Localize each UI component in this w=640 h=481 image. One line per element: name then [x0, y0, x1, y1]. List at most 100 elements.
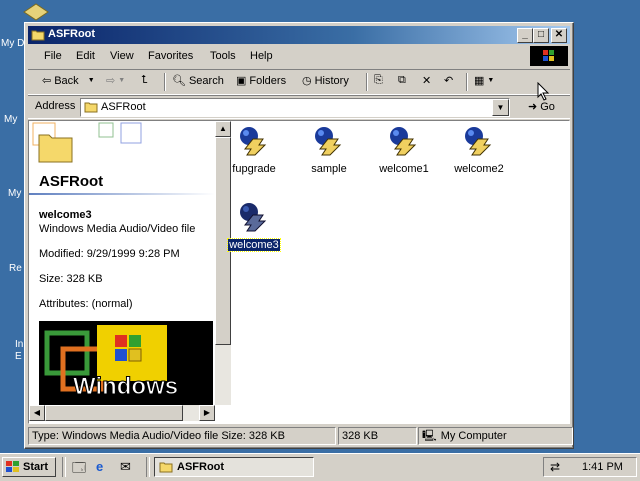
explorer-window: ASFRoot _ □ ✕ File Edit View Favorites T…: [24, 22, 574, 449]
standard-toolbar: ⇦ Back ▼ ⇨ ▼ ⮤ 🔍︎ Search ▣ Folders ◷ His…: [28, 69, 570, 95]
windows-flag-icon: [6, 461, 19, 472]
status-bar: Type: Windows Media Audio/Video file Siz…: [28, 426, 573, 445]
desktop-label-my-computer: My: [4, 114, 18, 125]
network-icon[interactable]: ⇄: [550, 460, 560, 474]
scroll-right-button[interactable]: ▶: [199, 405, 215, 421]
folders-button[interactable]: ▣ Folders: [236, 74, 287, 88]
move-to-button[interactable]: ⎘: [374, 74, 383, 87]
address-value: ASFRoot: [101, 101, 146, 113]
desktop-label-internet: In: [15, 339, 24, 350]
taskbar-button-asfroot[interactable]: ASFRoot: [154, 457, 314, 477]
folder-icon: [84, 102, 98, 113]
menu-favorites[interactable]: Favorites: [148, 50, 193, 62]
folder-large-icon: [32, 122, 142, 163]
history-label: History: [314, 74, 349, 87]
desktop-icon-my-documents[interactable]: [22, 2, 50, 22]
menu-help[interactable]: Help: [250, 50, 273, 62]
up-folder-button[interactable]: ⮤: [141, 74, 148, 87]
status-zone-label: My Computer: [440, 430, 507, 442]
history-icon: ◷: [302, 75, 312, 87]
desktop-label-recycle-bin: Re: [9, 263, 22, 274]
taskbar-button-label: ASFRoot: [177, 461, 225, 473]
desktop-label-my-documents: My D: [1, 38, 25, 49]
menu-view[interactable]: View: [110, 50, 134, 62]
go-arrow-icon: ➜: [528, 101, 538, 113]
history-button[interactable]: ◷ History: [302, 74, 349, 88]
back-button[interactable]: ⇦ Back ▼: [42, 74, 95, 88]
folders-icon: ▣: [236, 75, 247, 87]
computer-icon: 🖳: [422, 430, 437, 442]
taskbar: Start 🗔 e ✉ ASFRoot ⇄ 1:41 PM: [0, 453, 640, 481]
mouse-cursor-icon: [537, 82, 550, 101]
windows-media-banner: Windows: [39, 321, 213, 405]
file-item-welcome2[interactable]: welcome2: [449, 125, 509, 175]
views-icon: ▦: [474, 75, 485, 87]
clock: 1:41 PM: [582, 461, 623, 473]
status-info: Type: Windows Media Audio/Video file Siz…: [28, 427, 336, 445]
chevron-down-icon: ▼: [487, 77, 495, 84]
media-file-icon: [390, 127, 417, 156]
outlook-express-icon[interactable]: ✉: [120, 459, 131, 475]
folder-icon: [159, 462, 173, 473]
windows-logo-icon: [530, 46, 568, 66]
file-item-welcome3[interactable]: welcome3: [224, 201, 284, 252]
details-pane: ASFRoot welcome3 Windows Media Audio/Vid…: [29, 121, 215, 421]
selected-file-modified: Modified: 9/29/1999 9:28 PM: [39, 248, 180, 260]
chevron-down-icon: ▼: [118, 77, 126, 84]
quicklaunch-separator: [62, 457, 66, 477]
selected-file-size: Size: 328 KB: [39, 273, 103, 285]
go-label: Go: [540, 100, 555, 113]
file-label: welcome2: [454, 163, 504, 175]
search-button[interactable]: 🔍︎ Search: [172, 74, 224, 88]
close-button[interactable]: ✕: [551, 28, 567, 43]
windows-banner-text: Windows: [72, 373, 179, 401]
file-item-fupgrade[interactable]: fupgrade: [224, 125, 284, 175]
file-label: sample: [311, 163, 347, 175]
menu-bar: File Edit View Favorites Tools Help: [28, 46, 570, 66]
status-zone: 🖳 My Computer: [418, 427, 573, 445]
copy-to-icon: ⧉: [398, 74, 406, 86]
file-item-welcome1[interactable]: welcome1: [374, 125, 434, 175]
task-separator: [146, 457, 150, 477]
address-dropdown-button[interactable]: ▼: [492, 99, 509, 116]
address-input[interactable]: ASFRoot ▼: [80, 98, 510, 117]
maximize-button[interactable]: □: [533, 28, 549, 43]
toolbar-separator: [164, 73, 166, 91]
file-label: fupgrade: [232, 163, 276, 175]
media-file-icon: [240, 127, 267, 156]
delete-icon: ✕: [422, 75, 432, 87]
media-file-icon: [240, 203, 267, 232]
system-tray: ⇄ 1:41 PM: [543, 457, 637, 477]
back-label: Back: [54, 74, 79, 87]
selected-file-attributes: Attributes: (normal): [39, 298, 133, 310]
menu-tools[interactable]: Tools: [210, 50, 236, 62]
views-button[interactable]: ▦ ▼: [474, 74, 494, 87]
folder-icon: [31, 30, 45, 41]
media-file-icon: [315, 127, 342, 156]
undo-button[interactable]: ↶: [444, 74, 453, 87]
minimize-button[interactable]: _: [517, 28, 533, 43]
toolbar-separator: [366, 73, 368, 91]
status-size: 328 KB: [338, 427, 417, 445]
title-underline: [29, 193, 215, 195]
copy-to-button[interactable]: ⧉: [398, 74, 406, 87]
menu-file[interactable]: File: [44, 50, 62, 62]
start-label: Start: [23, 461, 49, 473]
file-item-sample[interactable]: sample: [299, 125, 359, 175]
scroll-thumb[interactable]: [45, 405, 183, 421]
internet-explorer-icon[interactable]: e: [96, 459, 103, 474]
forward-button[interactable]: ⇨ ▼: [106, 74, 125, 87]
desktop-label-explorer: E: [15, 351, 22, 362]
details-horizontal-scrollbar[interactable]: ◀ ▶: [29, 405, 215, 421]
folders-label: Folders: [249, 74, 287, 87]
scroll-left-button[interactable]: ◀: [29, 405, 45, 421]
chevron-down-icon: ▼: [87, 77, 95, 84]
move-to-icon: ⎘: [374, 74, 383, 86]
back-arrow-icon: ⇦: [42, 75, 52, 87]
delete-button[interactable]: ✕: [422, 74, 431, 87]
start-button[interactable]: Start: [2, 457, 56, 477]
menu-edit[interactable]: Edit: [76, 50, 95, 62]
title-bar[interactable]: ASFRoot _ □ ✕: [28, 26, 570, 44]
show-desktop-icon[interactable]: 🗔: [72, 459, 86, 481]
address-label: Address: [35, 100, 76, 112]
